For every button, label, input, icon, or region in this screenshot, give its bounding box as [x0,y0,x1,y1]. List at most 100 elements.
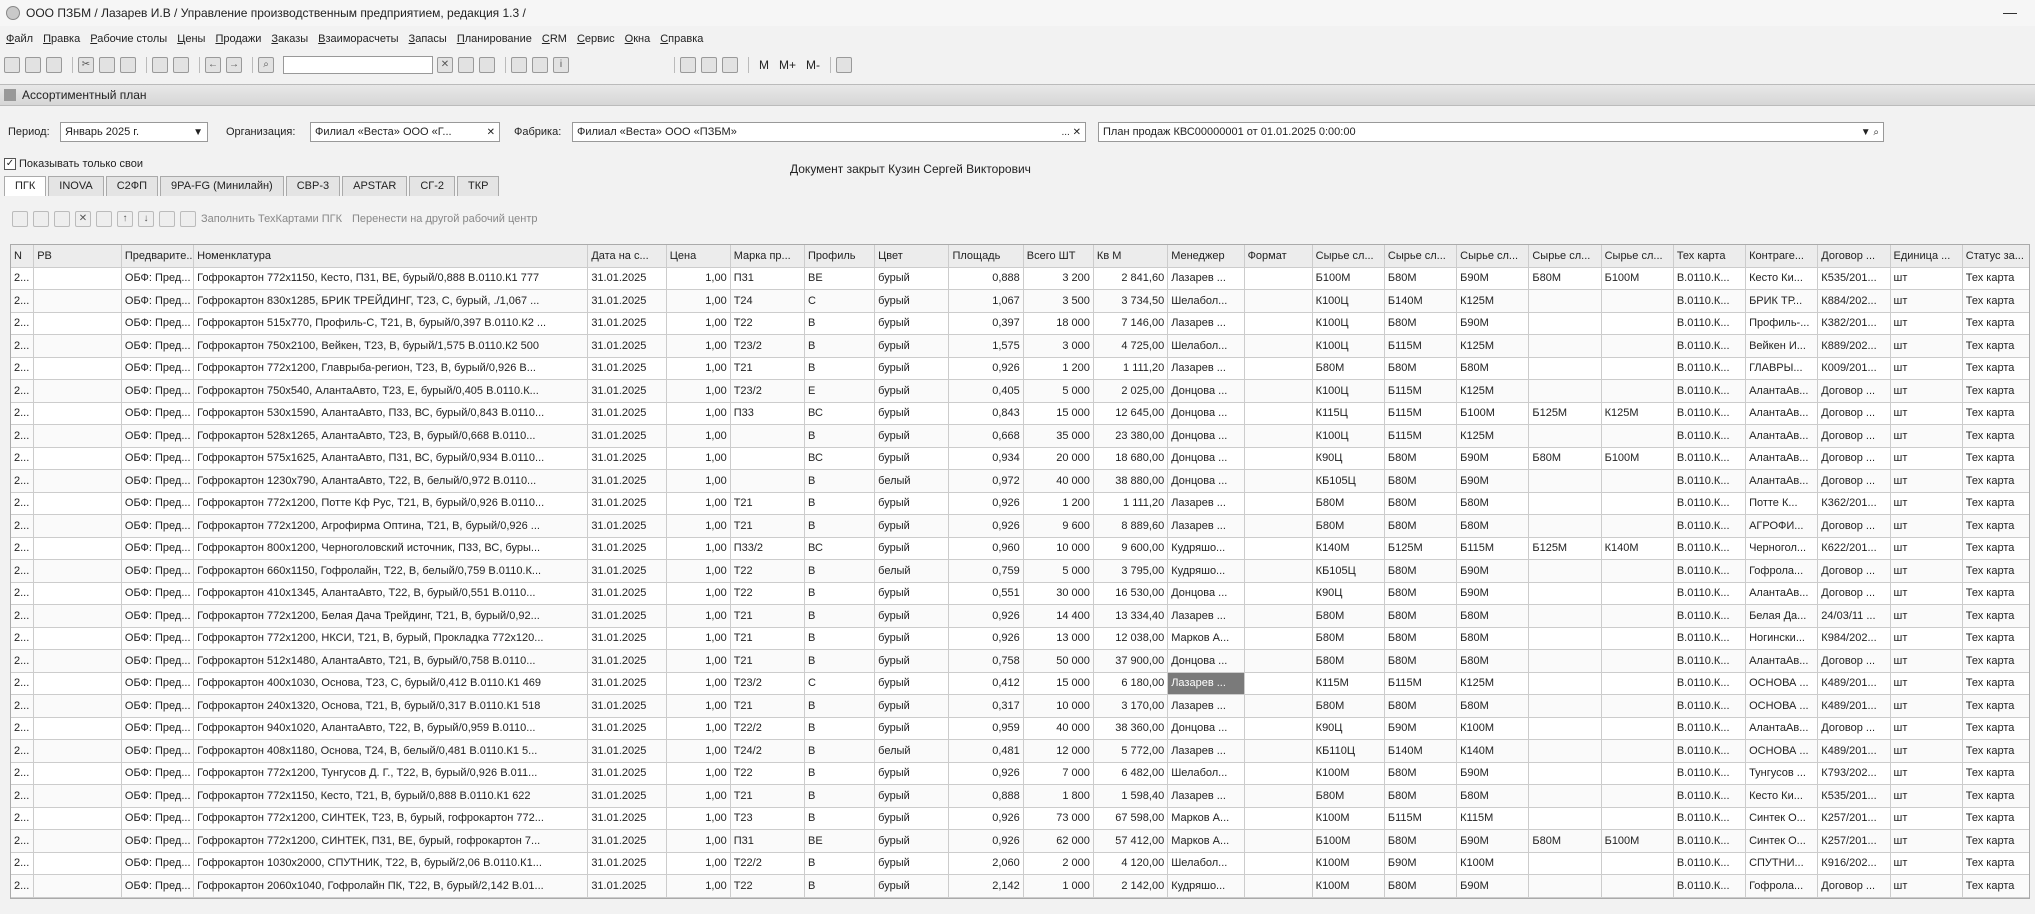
table-cell[interactable]: шт [1890,672,1963,695]
table-cell[interactable] [1244,289,1313,313]
table-cell[interactable]: 2... [11,469,35,493]
table-cell[interactable]: Шелабол... [1167,852,1245,875]
open-icon[interactable] [25,57,41,73]
table-row[interactable]: 2... ОБФ: Пред... Гофрокартон 772х1150, Ке… [11,267,2029,290]
column-header[interactable]: Тех карта [1673,245,1747,268]
table-cell[interactable]: 2... [11,897,35,898]
table-cell[interactable]: 31.01.2025 [587,604,667,628]
table-cell[interactable]: Б100М [1312,267,1385,290]
table-cell[interactable]: белый [874,469,950,493]
table-cell[interactable]: 1 [1023,897,1094,898]
table-cell[interactable]: 3 170,00 [1093,694,1169,718]
table-row[interactable]: 2... ОБФ: Пред... Гофрокартон 400х1030, Ос… [11,672,2029,695]
table-cell[interactable]: В.0110.К... [1673,627,1747,650]
table-cell[interactable]: Б80М [1312,514,1385,538]
table-cell[interactable]: Кесто Ки... [1745,267,1819,290]
table-cell[interactable]: В.0110.К... [1673,762,1747,785]
table-cell[interactable]: ОБФ: Пред... [121,334,195,358]
table-cell[interactable]: В.0110.К... [1673,312,1747,335]
table-cell[interactable]: Кудряшо... [1167,559,1245,583]
table-row[interactable]: 2... ОБФ: Пред... Гофрокартон 2060х1040, Г… [11,874,2029,898]
table-row[interactable]: 2... ОБФ: Пред... Гофрокартон 772х1200, По… [11,492,2029,515]
table-cell[interactable]: Тех карта [1962,649,2029,673]
table-cell[interactable]: 2... [11,267,35,290]
table-cell[interactable]: 31.01.2025 [587,784,667,808]
table-cell[interactable]: Договор ... [1817,582,1891,605]
table-cell[interactable]: Т23/2 [730,672,806,695]
table-cell[interactable]: 2 025,00 [1093,379,1169,403]
table-cell[interactable]: 40 000 [1023,469,1094,493]
menu-item[interactable]: Файл [6,33,33,45]
table-cell[interactable]: 2 142,00 [1093,874,1169,898]
delete-icon[interactable]: ✕ [75,211,91,227]
table-cell[interactable]: 1 200 [1023,492,1094,515]
table-cell[interactable]: В [804,694,876,718]
table-cell[interactable] [1528,492,1602,515]
table-cell[interactable]: В [804,469,876,493]
sort-desc-icon[interactable] [180,211,196,227]
table-cell[interactable]: АлантаАв... [1745,447,1819,470]
table-cell[interactable]: Тех карта [1962,447,2029,470]
save-icon[interactable] [46,57,62,73]
table-cell[interactable]: Тех карта [1962,582,2029,605]
table-cell[interactable]: Тех карта [1962,627,2029,650]
table-cell[interactable]: ВС [804,402,876,425]
table-cell[interactable]: Тех карта [1962,402,2029,425]
table-cell[interactable]: Б80М [1312,784,1385,808]
table-cell[interactable]: Б80М [1384,514,1458,538]
table-cell[interactable]: Гофрокартон 1030х2000, СПУТНИК, Т22, В, … [193,852,589,875]
table-cell[interactable]: шт [1890,762,1963,785]
table-cell[interactable]: 31.01.2025 [587,627,667,650]
table-cell[interactable] [1244,739,1313,763]
table-cell[interactable]: 13 334,40 [1093,604,1169,628]
table-cell[interactable]: 2... [11,379,35,403]
table-cell[interactable] [1244,514,1313,538]
table-cell[interactable]: Договор ... [1817,447,1891,470]
clear-icon[interactable]: ✕ [487,127,495,138]
table-cell[interactable]: 31.01.2025 [587,334,667,358]
table-cell[interactable] [33,514,122,538]
table-cell[interactable]: 2... [11,649,35,673]
table-cell[interactable]: шт [1890,874,1963,898]
table-cell[interactable]: Гофрокартон 772х1200, Главрыба-регион, Т… [193,357,589,380]
table-cell[interactable]: Б80М [1312,649,1385,673]
table-cell[interactable]: Гофрола... [1745,559,1819,583]
column-header[interactable]: Площадь [948,245,1024,268]
table-cell[interactable]: Марков А... [1167,807,1245,830]
table-row[interactable]: 2... ОБФ: Пред... Гофрокартон 660х1150, Го… [11,559,2029,583]
table-cell[interactable]: шт [1890,537,1963,560]
table-cell[interactable]: Белая Да... [1745,604,1819,628]
table-cell[interactable]: Договор ... [1817,874,1891,898]
table-cell[interactable]: К90Ц [1312,582,1385,605]
table-cell[interactable]: шт [1890,492,1963,515]
table-cell[interactable]: 2... [11,402,35,425]
table-cell[interactable]: Гофрокартон 772х1200, Потте Кф Рус, Т21,… [193,492,589,515]
table-cell[interactable]: К100М [1312,762,1385,785]
table-cell[interactable]: Гофрокартон 240х1320, Основа, Т21, В, бу… [193,694,589,718]
table-cell[interactable]: 0,405 [948,379,1024,403]
table-cell[interactable] [1601,649,1674,673]
table-cell[interactable]: 0,50 [1093,897,1169,898]
table-row[interactable]: 2... ОБФ: Пред... Гофрокартон 512х1480, Ал… [11,649,2029,673]
table-cell[interactable]: 2... [11,874,35,898]
tools-icon[interactable] [836,57,853,73]
table-cell[interactable]: 31.01.2025 [587,514,667,538]
table-cell[interactable]: КБ105Ц [1312,559,1385,583]
find-next-icon[interactable] [458,57,474,73]
table-cell[interactable]: 31.01.2025 [587,739,667,763]
table-cell[interactable]: 31.01.2025 [587,582,667,605]
table-cell[interactable]: Гофрокартон 400х1030, Основа, Т23, С, бу… [193,672,589,695]
column-header[interactable]: Статус за... [1962,245,2029,268]
table-cell[interactable]: ВС [804,537,876,560]
table-cell[interactable]: К115М [1456,807,1530,830]
table-cell[interactable]: 62 000 [1023,829,1094,853]
table-cell[interactable]: К125М [1456,379,1530,403]
table-row[interactable]: 2... ОБФ: Пред... Гофрокартон 1230х790, Ал… [11,469,2029,493]
window-icon[interactable] [511,57,527,73]
table-cell[interactable] [33,694,122,718]
table-cell[interactable]: В [804,762,876,785]
search-icon[interactable]: ⌕ [258,57,274,73]
table-cell[interactable]: Донцова ... [1167,424,1245,448]
table-cell[interactable]: К100М [1312,852,1385,875]
table-cell[interactable]: Гофрокартон 830х1285, БРИК ТРЕЙДИНГ, Т23… [193,289,589,313]
